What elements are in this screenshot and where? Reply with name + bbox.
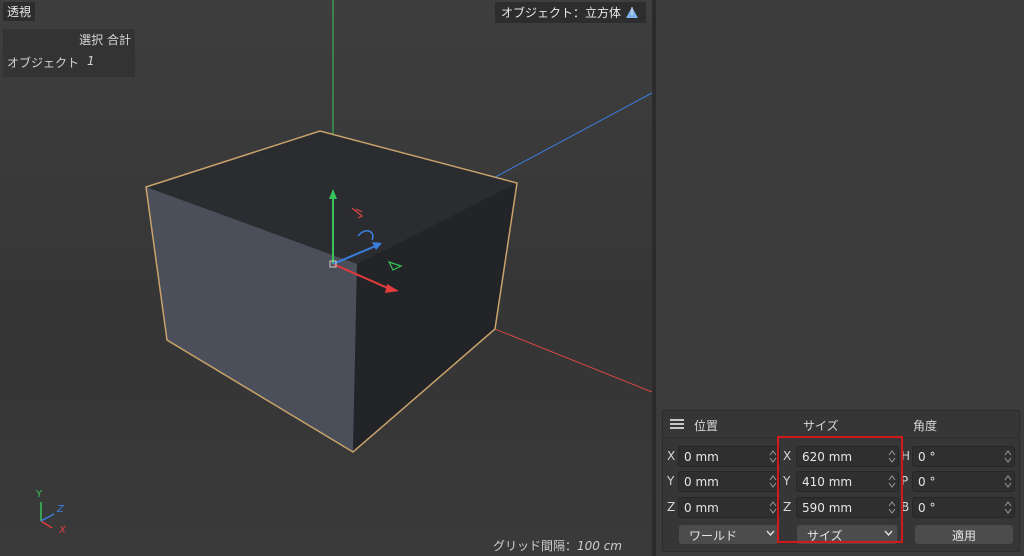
position-z-field[interactable]: 0 mm (678, 497, 780, 518)
position-x-field[interactable]: 0 mm (678, 446, 780, 467)
grid-spacing-info: グリッド間隔：100 cm (493, 537, 622, 554)
rotation-h-value: 0 ° (918, 450, 936, 464)
viewport-name[interactable]: 透視 (3, 2, 36, 21)
coordinate-header: 位置 サイズ 角度 (663, 411, 1019, 438)
triad-x-line (40, 520, 53, 529)
triad-z-label: Z (56, 504, 65, 515)
grid-spacing-value: 100 cm (576, 539, 622, 553)
triad-y-label: Y (35, 489, 43, 500)
position-z-axis-label: Z (667, 500, 676, 514)
size-header: サイズ (803, 419, 839, 433)
stepper-icon[interactable] (769, 449, 777, 464)
stepper-icon[interactable] (769, 474, 777, 489)
stepper-icon[interactable] (1004, 449, 1012, 464)
grid-spacing-label: グリッド間隔： (492, 539, 577, 553)
position-x-value: 0 mm (684, 450, 719, 464)
rotation-header: 角度 (913, 419, 938, 433)
size-highlight-box (777, 436, 903, 543)
3d-viewport[interactable]: Y Z X 透視 オブジェクト：立方体 選択 合計 オブジェクト 1 グリッド間… (0, 0, 652, 556)
position-header: 位置 (694, 419, 719, 433)
rotation-b-value: 0 ° (918, 501, 936, 515)
stepper-icon[interactable] (1004, 474, 1012, 489)
rotation-b-field[interactable]: 0 ° (912, 497, 1015, 518)
position-x-axis-label: X (667, 449, 676, 463)
position-z-value: 0 mm (684, 501, 719, 515)
triad-x-label: X (58, 525, 67, 536)
stepper-icon[interactable] (1004, 500, 1012, 515)
cube-object-icon (626, 6, 638, 18)
stats-row-label: オブジェクト (7, 56, 80, 70)
selection-stats-hud: 選択 合計 オブジェクト 1 (3, 29, 135, 77)
stats-row-value: 1 (87, 54, 95, 68)
position-mode-value: ワールド (689, 529, 738, 543)
stats-header: 選択 合計 (79, 33, 131, 47)
chevron-down-icon (766, 530, 775, 536)
rotation-p-field[interactable]: 0 ° (912, 471, 1015, 492)
object-hud: オブジェクト：立方体 (494, 2, 646, 23)
triad-z-line (40, 513, 55, 522)
rotation-h-field[interactable]: 0 ° (912, 446, 1015, 467)
position-y-axis-label: Y (667, 474, 675, 488)
stepper-icon[interactable] (769, 500, 777, 515)
position-y-field[interactable]: 0 mm (678, 471, 780, 492)
hamburger-menu-icon[interactable] (670, 419, 684, 429)
position-y-value: 0 mm (684, 475, 719, 489)
viewport-scene[interactable]: Y Z X (0, 0, 652, 556)
apply-button[interactable]: 適用 (915, 525, 1013, 544)
object-hud-label: オブジェクト：立方体 (500, 6, 621, 20)
position-mode-dropdown[interactable]: ワールド (679, 525, 779, 544)
rotation-p-value: 0 ° (918, 475, 936, 489)
